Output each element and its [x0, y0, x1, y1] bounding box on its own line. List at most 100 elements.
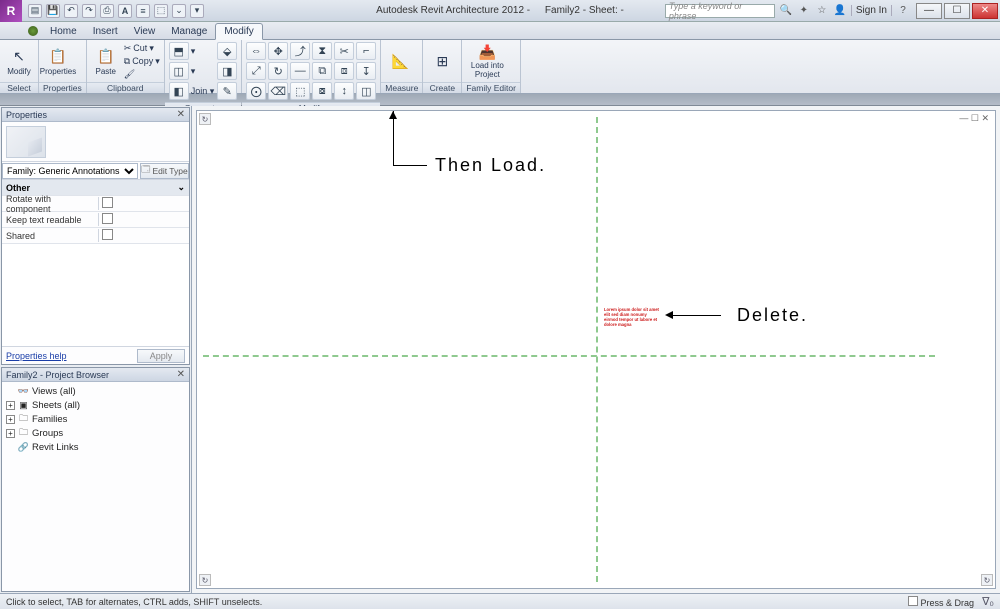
qat-sync-icon[interactable]: ≡	[136, 4, 150, 18]
load-into-project-button[interactable]: 📥 Load into Project	[466, 42, 508, 80]
expand-icon[interactable]: +	[6, 401, 15, 410]
palette-close-icon[interactable]: ✕	[177, 109, 185, 120]
comm-center-icon[interactable]: ✦	[797, 4, 811, 18]
readable-checkbox[interactable]	[102, 213, 113, 224]
cut-geometry-button[interactable]: ◫ ▾	[169, 62, 215, 80]
close-button[interactable]: ✕	[972, 3, 998, 19]
qat-text-icon[interactable]: A	[118, 4, 132, 18]
tree-node-views[interactable]: 👓 Views (all)	[6, 384, 185, 398]
delete-button[interactable]: ⌫	[268, 82, 288, 100]
join-label: Join ▾	[191, 86, 215, 97]
qat-section-icon[interactable]: ⌄	[172, 4, 186, 18]
unpin-button[interactable]: ⧇	[312, 82, 332, 100]
annotation-arrow-delete	[673, 315, 721, 316]
cope-button[interactable]: ⬒ ▾	[169, 42, 215, 60]
drawing-canvas[interactable]: — ☐ ✕ ↻ ↻ ↻ Lorem ipsum dolor sit amet e…	[196, 110, 996, 589]
expand-icon[interactable]: +	[6, 415, 15, 424]
properties-palette-header[interactable]: Properties ✕	[2, 108, 189, 122]
canvas-wrap: — ☐ ✕ ↻ ↻ ↻ Lorem ipsum dolor sit amet e…	[192, 106, 1000, 593]
join-button[interactable]: ◧Join ▾	[169, 82, 215, 100]
project-browser-header[interactable]: Family2 - Project Browser ✕	[2, 368, 189, 382]
help-icon[interactable]: ?	[896, 4, 910, 18]
scale-button[interactable]: ⧈	[334, 62, 354, 80]
trim-button[interactable]: ✂	[334, 42, 354, 60]
press-drag-checkbox[interactable]	[908, 596, 918, 606]
modify-tool-button[interactable]: ↖ Modify	[4, 42, 34, 80]
property-key: Shared	[2, 231, 98, 241]
qat-save-icon[interactable]: 💾	[46, 4, 60, 18]
rotate-button[interactable]: ↻	[268, 62, 288, 80]
copy-button[interactable]: ⧉Copy ▾	[124, 56, 160, 67]
qat-3d-icon[interactable]: ⬚	[154, 4, 168, 18]
expand-icon[interactable]: +	[6, 429, 15, 438]
apply-button[interactable]: Apply	[137, 349, 185, 363]
nav-corner-tl-icon[interactable]: ↻	[199, 113, 211, 125]
modify-tool-b[interactable]: ◫	[356, 82, 376, 100]
geometry-tool-3[interactable]: ✎	[217, 82, 237, 100]
search-input[interactable]: Type a keyword or phrase	[665, 4, 775, 18]
browser-close-icon[interactable]: ✕	[177, 369, 185, 380]
create-button[interactable]: ⊞	[427, 42, 457, 80]
qat-open-icon[interactable]: ▤	[28, 4, 42, 18]
mirror-pick-button[interactable]: ⨀	[246, 82, 266, 100]
nav-corner-bl-icon[interactable]: ↻	[199, 574, 211, 586]
favorite-icon[interactable]: ☆	[815, 4, 829, 18]
minimize-button[interactable]: —	[916, 3, 942, 19]
user-icon[interactable]: 👤	[833, 4, 847, 18]
properties-help-link[interactable]: Properties help	[6, 351, 67, 361]
mirror-axis-button[interactable]: ⧗	[312, 42, 332, 60]
tab-insert[interactable]: Insert	[85, 24, 126, 39]
measure-button[interactable]: 📐	[385, 42, 415, 80]
split-button[interactable]: ⌐	[356, 42, 376, 60]
nav-corner-br-icon[interactable]: ↻	[981, 574, 993, 586]
arrow-up-icon	[389, 111, 397, 119]
offset-button[interactable]: ⤴	[290, 42, 310, 60]
array-button[interactable]: ⧉	[312, 62, 332, 80]
qat-print-icon[interactable]: ⎙	[100, 4, 114, 18]
tab-modify[interactable]: Modify	[215, 23, 262, 40]
properties-button[interactable]: 📋 Properties	[43, 42, 73, 80]
tab-home[interactable]: Home	[42, 24, 85, 39]
tree-label: Views (all)	[32, 386, 76, 397]
filter-icon[interactable]: ∇₀	[982, 595, 994, 608]
qat-redo-icon[interactable]: ↷	[82, 4, 96, 18]
press-drag-toggle[interactable]: Press & Drag	[908, 596, 975, 608]
paste-button[interactable]: 📋 Paste	[91, 42, 121, 80]
qat-more-icon[interactable]: ▾	[190, 4, 204, 18]
edit-type-icon: 🗔	[141, 164, 150, 178]
project-browser-tree: 👓 Views (all) + ▣ Sheets (all) + 🗀 Famil…	[2, 382, 189, 456]
cut-label: Cut	[133, 43, 147, 53]
copy-move-button[interactable]: ⤢	[246, 62, 266, 80]
panel-modify: ⇔ ✥ ⤴ ⧗ ✂ ⌐ ⤢ ↻ — ⧉ ⧈ ↧ ⨀ ⌫	[242, 40, 381, 93]
type-selector[interactable]: Family: Generic Annotations	[2, 163, 138, 179]
modify-tool-a[interactable]: ↕	[334, 82, 354, 100]
qat-undo-icon[interactable]: ↶	[64, 4, 78, 18]
geometry-tool-1[interactable]: ⬙	[217, 42, 237, 60]
sign-in-button[interactable]: Sign In	[851, 5, 892, 16]
tree-node-groups[interactable]: + 🗀 Groups	[6, 426, 185, 440]
app-menu-button[interactable]: R	[0, 0, 22, 22]
geometry-tool-2[interactable]: ◨	[217, 62, 237, 80]
tree-node-families[interactable]: + 🗀 Families	[6, 412, 185, 426]
rotate-checkbox[interactable]	[102, 197, 113, 208]
note-text-block[interactable]: Lorem ipsum dolor sit amet elit sed diam…	[604, 307, 660, 327]
shared-checkbox[interactable]	[102, 229, 113, 240]
panel-clipboard-label: Clipboard	[87, 82, 164, 93]
extend-button[interactable]: —	[290, 62, 310, 80]
tab-manage[interactable]: Manage	[163, 24, 215, 39]
contextual-indicator-icon	[28, 26, 38, 36]
cut-button[interactable]: ✂Cut ▾	[124, 43, 160, 54]
align-button[interactable]: ⇔	[246, 42, 266, 60]
maximize-button[interactable]: ☐	[944, 3, 970, 19]
tree-node-sheets[interactable]: + ▣ Sheets (all)	[6, 398, 185, 412]
tree-node-revit-links[interactable]: 🔗 Revit Links	[6, 440, 185, 454]
edit-type-button[interactable]: 🗔Edit Type	[140, 163, 189, 179]
group-button[interactable]: ⬚	[290, 82, 310, 100]
type-selector-row: Family: Generic Annotations 🗔Edit Type	[2, 162, 189, 180]
search-icon[interactable]: 🔍	[779, 4, 793, 18]
match-button[interactable]: 🖌	[124, 69, 160, 80]
move-button[interactable]: ✥	[268, 42, 288, 60]
tab-view[interactable]: View	[126, 24, 164, 39]
pin-button[interactable]: ↧	[356, 62, 376, 80]
view-window-controls[interactable]: — ☐ ✕	[959, 113, 989, 124]
